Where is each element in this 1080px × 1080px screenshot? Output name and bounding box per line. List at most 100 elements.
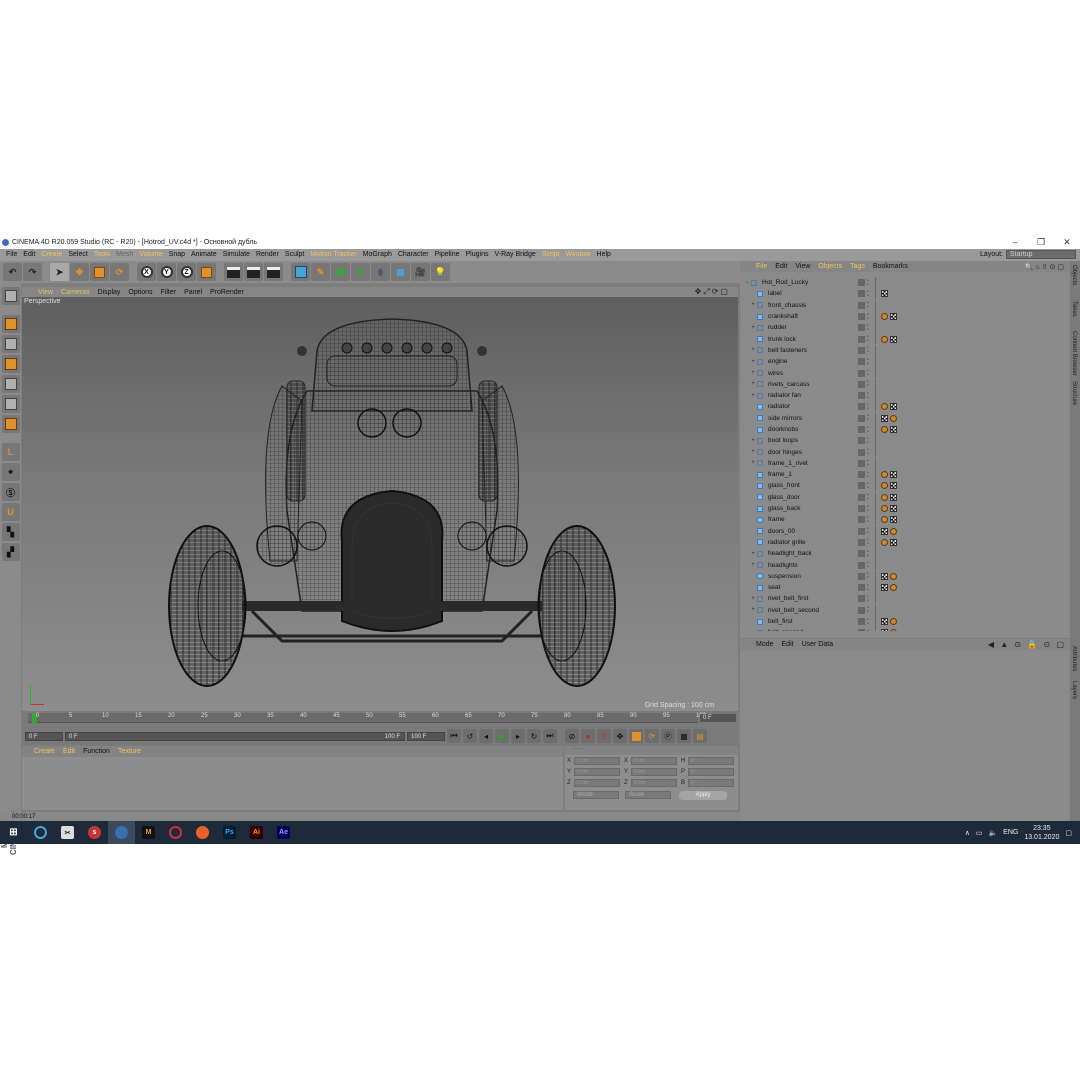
layer-swatch-icon[interactable] <box>858 380 865 388</box>
scale-dropdown[interactable]: Scale <box>625 791 671 799</box>
expand-toggle-icon[interactable]: + <box>749 347 757 353</box>
visibility-dots-icon[interactable]: •• <box>867 278 869 287</box>
mat-menu-create[interactable]: Create <box>30 748 59 755</box>
visibility-dots-icon[interactable]: •• <box>867 448 869 457</box>
menu-create[interactable]: Create <box>38 249 65 261</box>
world-dropdown[interactable]: World <box>573 791 619 799</box>
pen-spline-icon[interactable]: ✎ <box>311 263 330 281</box>
tray-chevron-icon[interactable]: ∧ <box>965 829 970 837</box>
menu-file[interactable]: File <box>3 249 20 261</box>
dock-tab-structure[interactable]: Structure <box>1071 381 1077 405</box>
layer-swatch-icon[interactable] <box>858 279 865 287</box>
phong-tag-icon[interactable] <box>890 618 897 626</box>
coord-field[interactable]: 0 cm <box>631 767 677 776</box>
prev-key-icon[interactable]: ↺ <box>463 729 477 743</box>
end-frame-field[interactable]: 100 F <box>407 731 445 741</box>
phong-tag-icon[interactable] <box>881 538 888 546</box>
coord-field[interactable]: 0 cm <box>574 756 620 765</box>
layer-swatch-icon[interactable] <box>858 595 865 603</box>
visibility-dots-icon[interactable]: •• <box>867 436 869 445</box>
timeline-ruler[interactable]: 0510152025303540455055606570758085909510… <box>28 713 706 723</box>
layer-swatch-icon[interactable] <box>858 459 865 467</box>
zbrush-icon[interactable] <box>162 821 189 844</box>
layer-swatch-icon[interactable] <box>858 493 865 501</box>
object-name[interactable]: glass_front <box>768 482 868 489</box>
record-pla-icon[interactable]: ▦ <box>677 729 691 743</box>
texture-mode-icon[interactable] <box>1 335 20 353</box>
dock-tab-attributes[interactable]: Attributes <box>1071 646 1077 671</box>
layer-swatch-icon[interactable] <box>858 505 865 513</box>
start-button[interactable]: ⊞ <box>0 821 27 844</box>
texture-tag-icon[interactable] <box>881 618 888 626</box>
x-axis-lock-icon[interactable]: X <box>137 263 156 281</box>
layer-swatch-icon[interactable] <box>858 584 865 592</box>
visibility-dots-icon[interactable]: •• <box>867 470 869 479</box>
object-name[interactable]: seat <box>768 584 868 591</box>
object-name[interactable]: trunk lock <box>768 336 868 343</box>
layer-swatch-icon[interactable] <box>858 516 865 524</box>
object-row[interactable]: + radiator fan • • <box>743 389 1065 401</box>
record-active-icon[interactable]: ● <box>581 729 595 743</box>
clock[interactable]: 23:35 13.01.2020 <box>1024 824 1059 842</box>
object-row[interactable]: − Hot_Rod_Lucky • • <box>743 277 1065 288</box>
mat-menu-texture[interactable]: Texture <box>114 748 145 755</box>
expand-toggle-icon[interactable]: + <box>749 325 757 331</box>
object-name[interactable]: belt_first <box>768 618 868 625</box>
close-button[interactable]: ✕ <box>1054 236 1080 249</box>
layer-swatch-icon[interactable] <box>858 414 865 422</box>
photoshop-icon[interactable]: Ps <box>216 821 243 844</box>
maximize-button[interactable]: ❐ <box>1028 236 1054 249</box>
marvelous-icon[interactable]: M <box>135 821 162 844</box>
object-row[interactable]: glass_door • • <box>743 491 1065 503</box>
object-row[interactable]: belt_first • • <box>743 615 1065 627</box>
menu-script[interactable]: Script <box>539 249 563 261</box>
coord-field[interactable]: 0 cm <box>631 756 677 765</box>
attribute-nav-icons[interactable]: ◀ ▲ ⊙ 🔒 ⊙ ▢ <box>988 640 1066 649</box>
menu-motion-tracker[interactable]: Motion Tracker <box>307 249 359 261</box>
coord-field[interactable]: 0 ° <box>688 778 734 787</box>
lock-workplane-icon[interactable]: ▚ <box>1 523 20 541</box>
coord-field[interactable]: 0 cm <box>574 767 620 776</box>
prev-frame-icon[interactable]: ◂ <box>479 729 493 743</box>
cinema4d-taskbar-icon[interactable] <box>108 821 135 844</box>
subdivision-icon[interactable]: ⬢ <box>331 263 350 281</box>
attr-menu-edit[interactable]: Edit <box>778 641 798 648</box>
menu-sculpt[interactable]: Sculpt <box>282 249 307 261</box>
object-row[interactable]: side mirrors • • <box>743 412 1065 424</box>
language-indicator[interactable]: ENG <box>1003 829 1018 836</box>
layout-dropdown[interactable]: Startup <box>1006 250 1076 259</box>
cube-primitive-icon[interactable] <box>291 263 310 281</box>
vp-menu-view[interactable]: View <box>34 289 57 296</box>
obj-menu-objects[interactable]: Objects <box>814 263 846 270</box>
texture-tag-icon[interactable] <box>881 414 888 422</box>
cortana-icon[interactable] <box>27 821 54 844</box>
menu-snap[interactable]: Snap <box>166 249 188 261</box>
visibility-dots-icon[interactable]: •• <box>867 380 869 389</box>
record-scale-icon[interactable] <box>629 729 643 743</box>
texture-tag-icon[interactable] <box>881 290 888 298</box>
vp-menu-panel[interactable]: Panel <box>180 289 206 296</box>
layer-swatch-icon[interactable] <box>858 448 865 456</box>
visibility-dots-icon[interactable]: •• <box>867 617 869 626</box>
expand-toggle-icon[interactable]: + <box>749 359 757 365</box>
next-key-icon[interactable]: ↻ <box>527 729 541 743</box>
start-frame-field[interactable]: 0 F <box>25 731 63 741</box>
menu-volume[interactable]: Volume <box>136 249 165 261</box>
minimize-button[interactable]: – <box>1002 236 1028 249</box>
attr-menu-user-data[interactable]: User Data <box>798 641 838 648</box>
menu-character[interactable]: Character <box>395 249 432 261</box>
layer-swatch-icon[interactable] <box>858 290 865 298</box>
light-icon[interactable]: 💡 <box>431 263 450 281</box>
go-to-start-icon[interactable]: ⏮ <box>447 729 461 743</box>
vp-menu-filter[interactable]: Filter <box>157 289 181 296</box>
render-view-icon[interactable] <box>224 263 243 281</box>
expand-toggle-icon[interactable]: + <box>749 460 757 466</box>
visibility-dots-icon[interactable]: •• <box>867 459 869 468</box>
preview-range-slider[interactable]: 0 F 100 F <box>65 731 405 741</box>
vp-menu-options[interactable]: Options <box>124 289 156 296</box>
current-frame-field[interactable]: 0 F <box>700 714 736 722</box>
rotate-tool-icon[interactable]: ⟳ <box>110 263 129 281</box>
visibility-dots-icon[interactable]: •• <box>867 301 869 310</box>
vp-menu-display[interactable]: Display <box>93 289 124 296</box>
dock-tab-objects[interactable]: Objects <box>1071 265 1077 285</box>
